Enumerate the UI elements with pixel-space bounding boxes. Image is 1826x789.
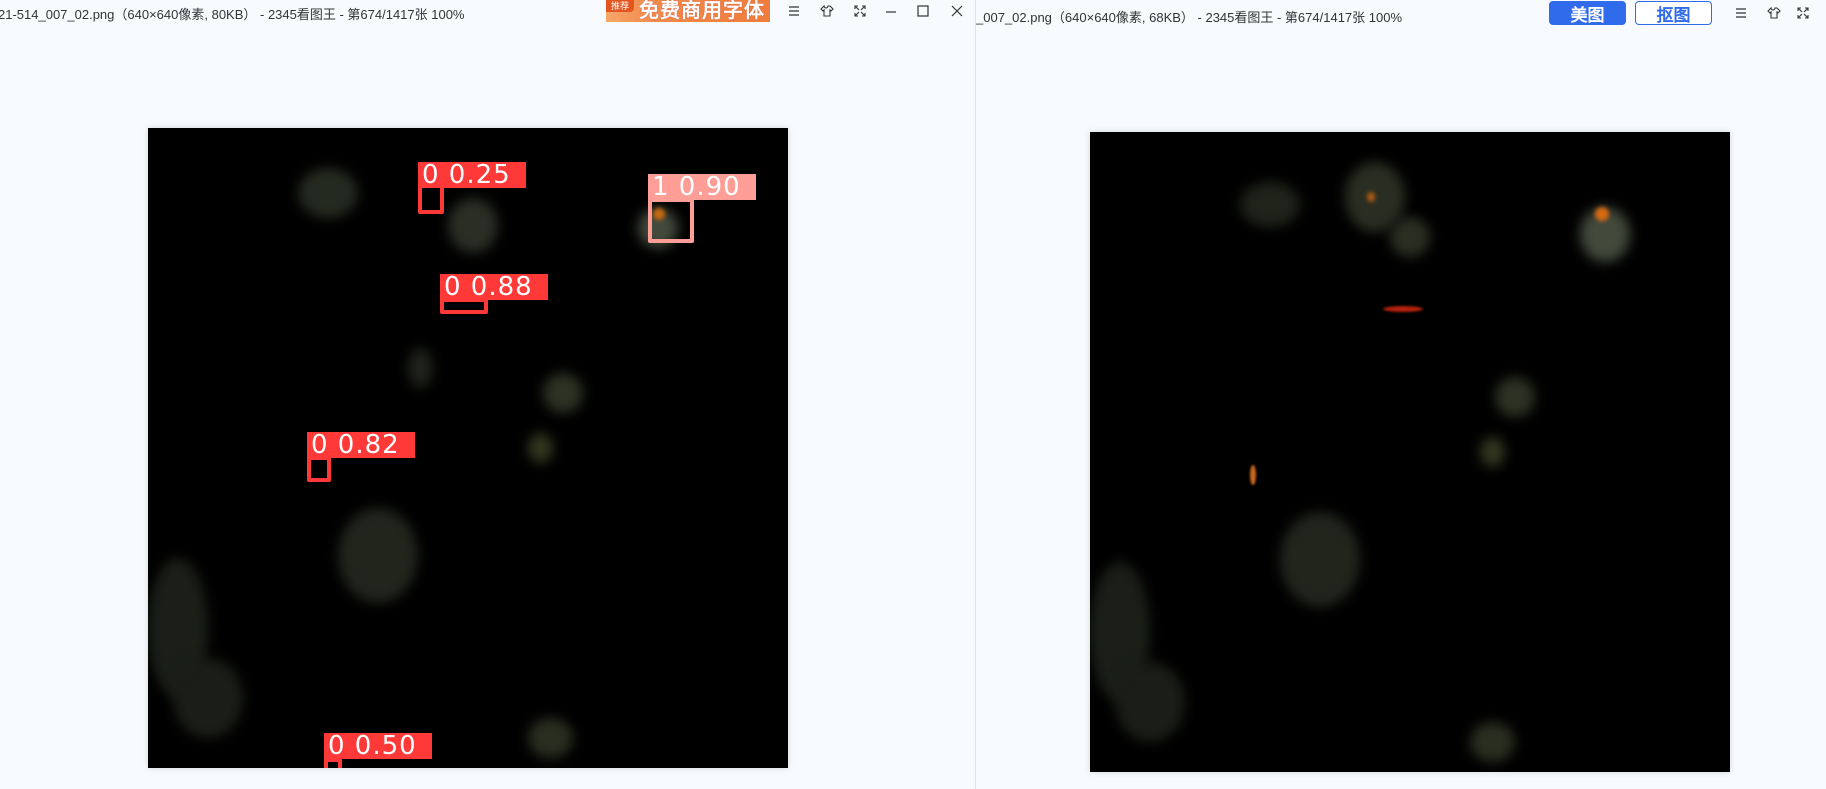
minimize-icon[interactable] (878, 0, 904, 22)
beautify-button[interactable]: 美图 (1549, 1, 1626, 25)
detection-label: 0 0.25 (418, 162, 526, 188)
close-icon[interactable] (944, 0, 970, 22)
ad-banner[interactable]: 推荐 免费商用字体 (606, 0, 770, 22)
window-title: 21-514_007_02.png（640×640像素, 80KB） - 234… (0, 7, 465, 22)
left-viewer-window: 21-514_007_02.png（640×640像素, 80KB） - 234… (0, 0, 976, 789)
maximize-icon[interactable] (910, 0, 936, 22)
detection-label: 0 0.50 (324, 733, 432, 759)
ad-badge: 推荐 (606, 0, 634, 12)
menu-icon[interactable] (1728, 2, 1754, 24)
fullscreen-icon[interactable] (847, 0, 873, 22)
detection-label: 0 0.88 (440, 274, 548, 300)
source-image (1090, 132, 1730, 772)
menu-icon[interactable] (781, 0, 807, 22)
cutout-button[interactable]: 抠图 (1635, 1, 1712, 25)
detection-box[interactable] (648, 198, 694, 243)
fullscreen-icon[interactable] (1790, 2, 1816, 24)
window-title: _007_02.png（640×640像素, 68KB） - 2345看图王 -… (976, 10, 1403, 25)
detection-label: 0 0.82 (307, 432, 415, 458)
ad-text: 免费商用字体 (639, 0, 765, 22)
skin-icon[interactable] (1761, 2, 1787, 24)
detection-image: 0 0.25 1 0.90 0 0.88 0 0.82 0 0.50 (148, 128, 788, 768)
detection-label: 1 0.90 (648, 174, 756, 200)
skin-icon[interactable] (814, 0, 840, 22)
right-viewer-window: _007_02.png（640×640像素, 68KB） - 2345看图王 -… (976, 0, 1826, 789)
